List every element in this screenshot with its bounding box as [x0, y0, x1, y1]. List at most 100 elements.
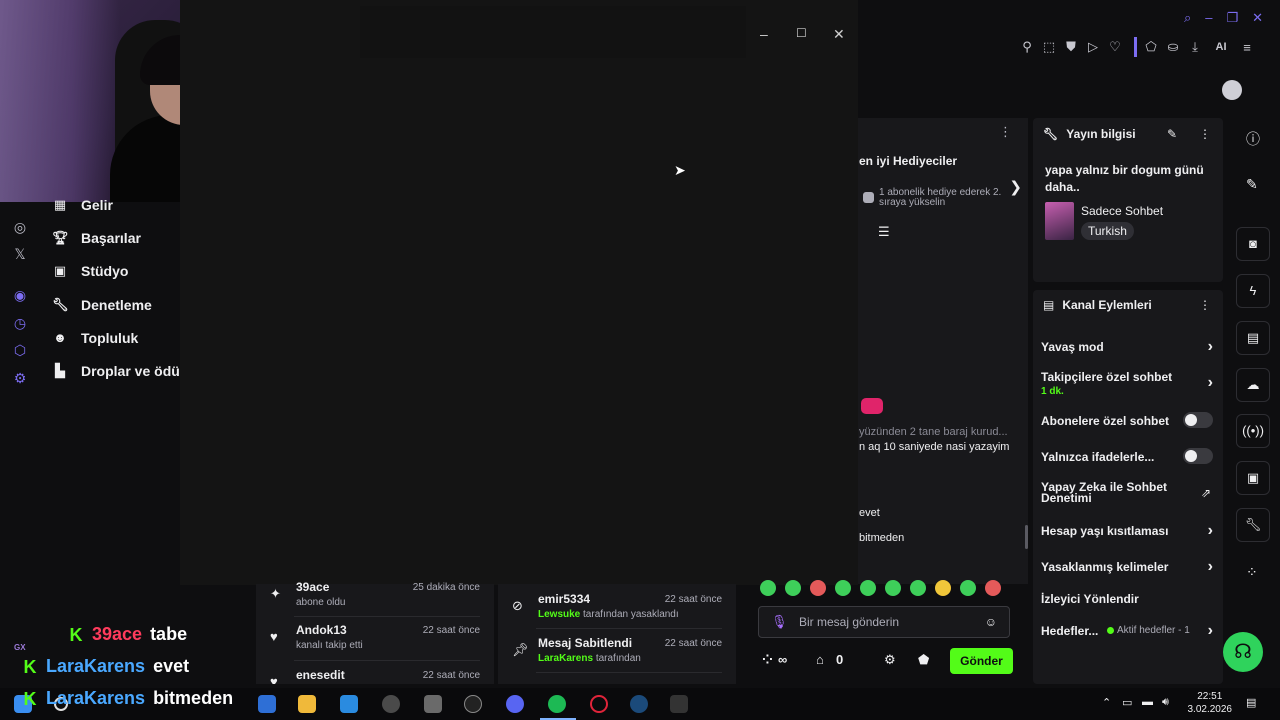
video-manager-icon[interactable]: ▣ [1236, 461, 1270, 495]
store-icon[interactable]: ⌂ [816, 652, 824, 667]
slow-mode-row[interactable]: Yavaş mod › [1041, 338, 1213, 355]
emote-icon[interactable] [960, 580, 976, 596]
filter-icon[interactable]: ☰ [878, 224, 890, 240]
nav-achievements[interactable]: 🏆︎ Başarılar [52, 226, 141, 250]
emote-icon[interactable] [810, 580, 826, 596]
broadcast-icon[interactable]: ((•)) [1236, 414, 1270, 448]
more-icon[interactable]: ⋮ [1199, 298, 1211, 312]
file-explorer-icon[interactable] [298, 695, 316, 713]
menu-icon[interactable]: ≡ [1240, 40, 1254, 55]
app-icon[interactable] [424, 695, 442, 713]
user-name[interactable]: emir5334 [538, 592, 590, 606]
tag-badge[interactable]: Turkish [1081, 222, 1134, 240]
nav-revenue[interactable]: ▦ Gelir [52, 193, 113, 217]
emotes-only-toggle[interactable] [1183, 448, 1213, 464]
goals-row[interactable]: Hedefler... Aktif hedefler - 1 › [1041, 622, 1213, 639]
play-circle-icon[interactable]: ◉ [11, 286, 29, 304]
avatar[interactable] [1222, 80, 1242, 100]
chevron-up-icon[interactable]: ⌃ [1102, 696, 1111, 709]
chat-bubble-icon[interactable]: ☁ [1236, 368, 1270, 402]
window-maximize-button[interactable]: ☐ [796, 26, 807, 40]
heart-icon[interactable]: ♡ [1108, 39, 1122, 55]
spotify-icon[interactable] [548, 695, 566, 713]
category-name[interactable]: Sadece Sohbet [1081, 204, 1163, 218]
crop-icon[interactable]: ⬚ [1042, 39, 1056, 55]
emote-icon[interactable] [985, 580, 1001, 596]
ai-moderation-row[interactable]: Yapay Zeka ile Sohbet Denetimi [1041, 481, 1191, 504]
discord-icon[interactable] [506, 695, 524, 713]
list-item[interactable]: ⊘ emir5334 22 saat önce Lewsuke tarafınd… [498, 592, 736, 626]
wrench-icon[interactable]: 🔧︎ [1236, 508, 1270, 542]
taskbar-clock[interactable]: 22:51 3.02.2026 [1188, 690, 1233, 716]
nav-studio[interactable]: ▣ Stüdyo [52, 259, 129, 283]
clock-icon[interactable]: ◷ [11, 314, 29, 332]
microphone-icon[interactable]: 🎙︎ [771, 614, 788, 630]
external-link-icon[interactable]: ⇗ [1201, 486, 1211, 500]
category-thumbnail[interactable] [1045, 202, 1074, 240]
shield-icon[interactable]: ⛊ [1064, 39, 1078, 55]
more-icon[interactable]: ⋮ [999, 124, 1012, 140]
notifications-icon[interactable]: ▤ [1246, 696, 1256, 709]
support-headset-button[interactable]: ☊ [1223, 632, 1263, 672]
nav-drops[interactable]: ▙ Droplar ve ödül [52, 359, 184, 383]
raid-row[interactable]: İzleyici Yönlendir [1041, 592, 1213, 606]
window-close-button[interactable]: ✕ [833, 26, 845, 43]
network-icon[interactable]: ▭ [1122, 696, 1132, 709]
edit-icon[interactable]: ✎ [1167, 127, 1177, 141]
notes-icon[interactable]: ▤ [1236, 321, 1270, 355]
app-icon[interactable] [258, 695, 276, 713]
banned-words-row[interactable]: Yasaklanmış kelimeler › [1041, 558, 1213, 575]
emote-icon[interactable] [785, 580, 801, 596]
puzzle-icon[interactable]: ⬠ [1144, 39, 1158, 55]
play-icon[interactable]: ▷ [1086, 39, 1100, 55]
x-icon[interactable]: 𝕏 [11, 245, 29, 263]
followers-only-row[interactable]: Takipçilere özel sohbet 1 dk. › [1041, 370, 1213, 397]
chat-input[interactable]: 🎙︎ Bir mesaj gönderin ☺ [758, 606, 1010, 638]
nav-moderation[interactable]: 🔧︎ Denetleme [52, 293, 152, 317]
info-icon[interactable]: ⓘ [1246, 129, 1260, 149]
minimize-icon[interactable]: – [1205, 10, 1212, 26]
window-minimize-button[interactable]: – [760, 26, 768, 42]
emote-icon[interactable] [885, 580, 901, 596]
emote-icon[interactable] [860, 580, 876, 596]
emoji-icon[interactable]: ☺ [985, 615, 997, 629]
nav-community[interactable]: ☻ Topluluk [52, 326, 138, 350]
logitech-icon[interactable] [464, 695, 482, 713]
chevron-right-icon[interactable]: ❯ [1009, 178, 1022, 196]
extensions-icon[interactable]: ⬡ [11, 341, 29, 359]
restore-icon[interactable]: ❐ [1227, 10, 1239, 26]
more-icon[interactable]: ⋮ [1199, 127, 1211, 141]
lightning-icon[interactable]: ϟ [1236, 274, 1270, 308]
pin-icon[interactable]: ⚲ [1020, 39, 1034, 55]
user-name[interactable]: enesedit [296, 668, 345, 682]
send-button[interactable]: Gönder [950, 648, 1013, 674]
gear-icon[interactable]: ⚙ [884, 652, 896, 668]
users-icon[interactable]: ⁘ [762, 652, 773, 668]
edit-icon[interactable]: ✎ [1246, 176, 1258, 193]
download-icon[interactable]: ⤓ [1188, 39, 1202, 55]
subscribers-only-toggle[interactable] [1183, 412, 1213, 428]
epic-games-icon[interactable] [670, 695, 688, 713]
volume-icon[interactable]: 🔊︎ [1162, 696, 1169, 709]
opera-gx-icon[interactable] [590, 695, 608, 713]
chat-scrollbar[interactable] [1025, 525, 1028, 549]
steam-icon[interactable] [630, 695, 648, 713]
search-icon[interactable]: ⌕ [1184, 10, 1191, 26]
user-name[interactable]: Andok13 [296, 623, 347, 637]
puzzle-icon[interactable]: ⬟ [918, 652, 929, 668]
emote-icon[interactable] [910, 580, 926, 596]
battery-icon[interactable]: ▬ [1142, 696, 1153, 708]
list-item[interactable]: 📌︎ Mesaj Sabitlendi 22 saat önce LaraKar… [498, 636, 736, 670]
close-icon[interactable]: ✕ [1252, 10, 1263, 26]
list-item[interactable]: ✦ 39ace 25 dakika önce abone oldu [256, 580, 494, 614]
openai-icon[interactable]: ◎ [11, 218, 29, 236]
account-age-row[interactable]: Hesap yaşı kısıtlaması › [1041, 522, 1213, 539]
account-icon[interactable]: ⛀ [1166, 39, 1180, 55]
emote-icon[interactable] [935, 580, 951, 596]
mail-icon[interactable] [340, 695, 358, 713]
emote-icon[interactable] [760, 580, 776, 596]
ai-button[interactable]: AI [1210, 41, 1232, 53]
user-name[interactable]: 39ace [296, 580, 329, 594]
camera-icon[interactable]: ◙ [1236, 227, 1270, 261]
list-item[interactable]: ♥ enesedit 22 saat önce [256, 668, 494, 684]
